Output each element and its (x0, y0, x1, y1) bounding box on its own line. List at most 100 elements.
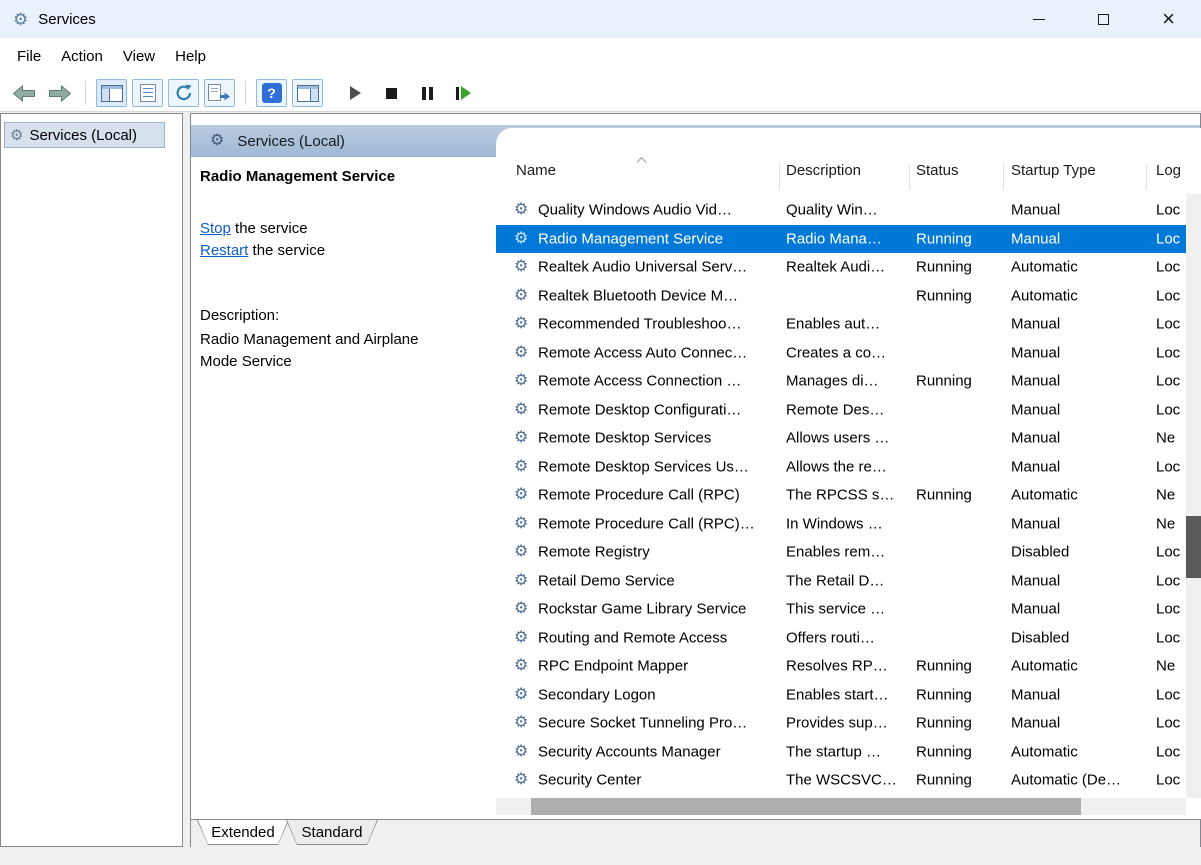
service-gear-icon: ⚙ (514, 657, 529, 675)
forward-button[interactable] (44, 79, 75, 107)
service-row[interactable]: ⚙ Realtek Audio Universal Serv… Realtek … (496, 253, 1186, 282)
column-header-description[interactable]: Description (786, 162, 861, 179)
service-gear-icon: ⚙ (514, 400, 529, 418)
maximize-button[interactable] (1071, 0, 1136, 38)
help-button[interactable]: ? (256, 79, 287, 107)
column-divider[interactable] (779, 164, 780, 190)
service-row[interactable]: ⚙ Security Accounts Manager The startup … (496, 738, 1186, 767)
tab-extended-label: Extended (211, 823, 275, 841)
service-row[interactable]: ⚙ Remote Access Auto Connec… Creates a c… (496, 339, 1186, 368)
service-logon: Loc (1156, 743, 1181, 761)
stop-service-link[interactable]: Stop (200, 220, 231, 237)
service-row[interactable]: ⚙ Radio Management Service Radio Mana… R… (496, 224, 1186, 253)
show-console-tree-button[interactable] (96, 79, 127, 107)
restart-service-suffix: the service (248, 242, 326, 259)
column-divider[interactable] (909, 164, 910, 190)
column-divider[interactable] (1003, 164, 1004, 190)
service-row[interactable]: ⚙ Routing and Remote Access Offers routi… (496, 624, 1186, 653)
service-startup-type: Manual (1011, 600, 1061, 618)
service-row[interactable]: ⚙ Secondary Logon Enables start… Running… (496, 681, 1186, 710)
menu-action[interactable]: Action (51, 48, 113, 65)
service-row[interactable]: ⚙ Realtek Bluetooth Device M… Running Au… (496, 282, 1186, 311)
service-logon: Ne (1156, 486, 1176, 504)
restart-service-button[interactable] (448, 79, 479, 107)
service-row[interactable]: ⚙ Rockstar Game Library Service This ser… (496, 595, 1186, 624)
service-row[interactable]: ⚙ Remote Desktop Configurati… Remote Des… (496, 396, 1186, 425)
service-logon: Loc (1156, 458, 1181, 476)
service-status: Running (916, 372, 972, 390)
service-logon: Ne (1156, 429, 1176, 447)
toolbar: ? (0, 75, 1201, 112)
service-description: Creates a co… (786, 344, 887, 362)
horizontal-scrollbar[interactable] (496, 798, 1186, 815)
service-name: RPC Endpoint Mapper (538, 657, 689, 675)
back-button[interactable] (8, 79, 39, 107)
service-row[interactable]: ⚙ Secure Socket Tunneling Pro… Provides … (496, 709, 1186, 738)
service-description: Radio Mana… (786, 230, 882, 248)
column-header-name[interactable]: Name (516, 162, 556, 179)
show-action-pane-button[interactable] (292, 79, 323, 107)
service-description: The RPCSS s… (786, 486, 895, 504)
description-label: Description: (200, 307, 280, 324)
window-title: Services (38, 10, 96, 28)
service-startup-type: Automatic (1011, 287, 1078, 305)
service-row[interactable]: ⚙ Retail Demo Service The Retail D… Manu… (496, 567, 1186, 596)
service-name: Rockstar Game Library Service (538, 600, 747, 618)
horizontal-scrollbar-thumb[interactable] (531, 798, 1081, 815)
service-status: Running (916, 686, 972, 704)
service-gear-icon: ⚙ (514, 742, 529, 760)
column-header-startup-type[interactable]: Startup Type (1011, 162, 1096, 179)
menu-help[interactable]: Help (165, 48, 216, 65)
service-startup-type: Manual (1011, 429, 1061, 447)
service-startup-type: Automatic (1011, 657, 1078, 675)
banner-title: Services (Local) (237, 132, 345, 150)
close-button[interactable]: × (1136, 0, 1201, 38)
minimize-button[interactable] (1006, 0, 1071, 38)
start-service-button[interactable] (340, 79, 371, 107)
properties-button[interactable] (132, 79, 163, 107)
service-row[interactable]: ⚙ Remote Desktop Services Allows users …… (496, 424, 1186, 453)
column-divider[interactable] (1146, 164, 1147, 190)
column-header-logon[interactable]: Log (1156, 162, 1181, 179)
column-header-status[interactable]: Status (916, 162, 959, 179)
service-startup-type: Automatic (1011, 258, 1078, 276)
restart-service-link[interactable]: Restart (200, 242, 248, 259)
service-gear-icon: ⚙ (514, 315, 529, 333)
stop-service-button[interactable] (376, 79, 407, 107)
service-gear-icon: ⚙ (514, 514, 529, 532)
window-controls: × (1006, 0, 1201, 38)
service-description: Resolves RP… (786, 657, 888, 675)
service-row[interactable]: ⚙ Remote Procedure Call (RPC)… In Window… (496, 510, 1186, 539)
service-name: Remote Desktop Services Us… (538, 458, 749, 476)
service-row[interactable]: ⚙ Remote Registry Enables rem… Disabled … (496, 538, 1186, 567)
tab-extended[interactable]: Extended (197, 820, 289, 845)
banner-gear-icon: ⚙ (210, 132, 225, 149)
tree-item-services-local[interactable]: ⚙ Services (Local) (4, 122, 165, 148)
service-name: Secure Socket Tunneling Pro… (538, 714, 748, 732)
service-logon: Loc (1156, 230, 1181, 248)
service-row[interactable]: ⚙ Remote Desktop Services Us… Allows the… (496, 453, 1186, 482)
service-row[interactable]: ⚙ Remote Procedure Call (RPC) The RPCSS … (496, 481, 1186, 510)
menu-view[interactable]: View (113, 48, 165, 65)
service-status: Running (916, 486, 972, 504)
service-row[interactable]: ⚙ RPC Endpoint Mapper Resolves RP… Runni… (496, 652, 1186, 681)
service-row[interactable]: ⚙ Remote Access Connection … Manages di…… (496, 367, 1186, 396)
export-list-button[interactable] (204, 79, 235, 107)
sort-ascending-icon (636, 157, 647, 163)
service-name: Realtek Bluetooth Device M… (538, 287, 739, 305)
service-row[interactable]: ⚙ Quality Windows Audio Vid… Quality Win… (496, 196, 1186, 225)
vertical-scrollbar[interactable] (1186, 194, 1201, 798)
service-logon: Loc (1156, 258, 1181, 276)
service-row[interactable]: ⚙ Security Center The WSCSVC… Running Au… (496, 766, 1186, 795)
tab-standard[interactable]: Standard (286, 820, 378, 845)
pause-service-button[interactable] (412, 79, 443, 107)
service-name: Recommended Troubleshoo… (538, 315, 742, 333)
menu-file[interactable]: File (7, 48, 51, 65)
pause-service-icon (422, 86, 433, 100)
service-name: Realtek Audio Universal Serv… (538, 258, 748, 276)
refresh-button[interactable] (168, 79, 199, 107)
service-description: Manages di… (786, 372, 879, 390)
vertical-scrollbar-thumb[interactable] (1186, 516, 1201, 578)
service-description: Provides sup… (786, 714, 888, 732)
service-row[interactable]: ⚙ Recommended Troubleshoo… Enables aut… … (496, 310, 1186, 339)
